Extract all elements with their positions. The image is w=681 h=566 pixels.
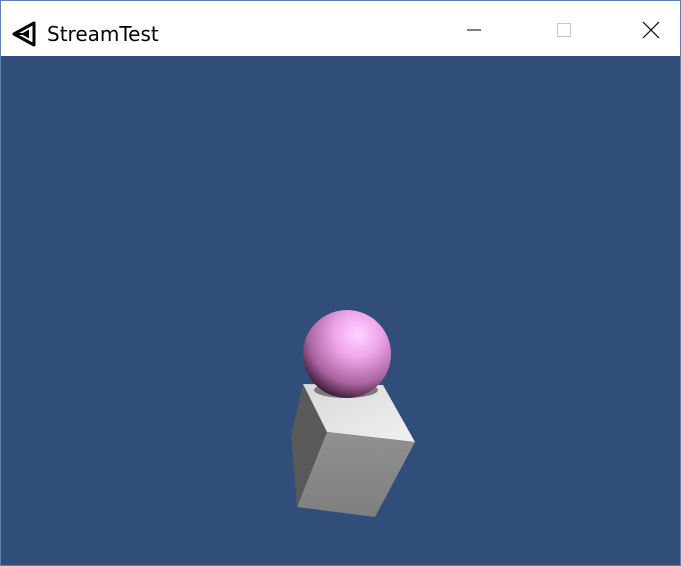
minimize-button[interactable] xyxy=(446,9,502,55)
game-viewport[interactable] xyxy=(1,56,680,565)
maximize-button[interactable] xyxy=(536,9,592,55)
cube-object xyxy=(291,384,415,517)
close-button[interactable] xyxy=(623,9,679,55)
app-window: StreamTest xyxy=(0,0,681,566)
minimize-icon xyxy=(466,22,482,43)
window-title: StreamTest xyxy=(47,22,159,46)
close-icon xyxy=(642,21,660,44)
scene-render xyxy=(291,310,415,517)
maximize-icon xyxy=(556,22,572,43)
title-bar[interactable]: StreamTest xyxy=(1,1,680,56)
sphere-object xyxy=(303,310,391,398)
unity-icon xyxy=(12,21,38,47)
